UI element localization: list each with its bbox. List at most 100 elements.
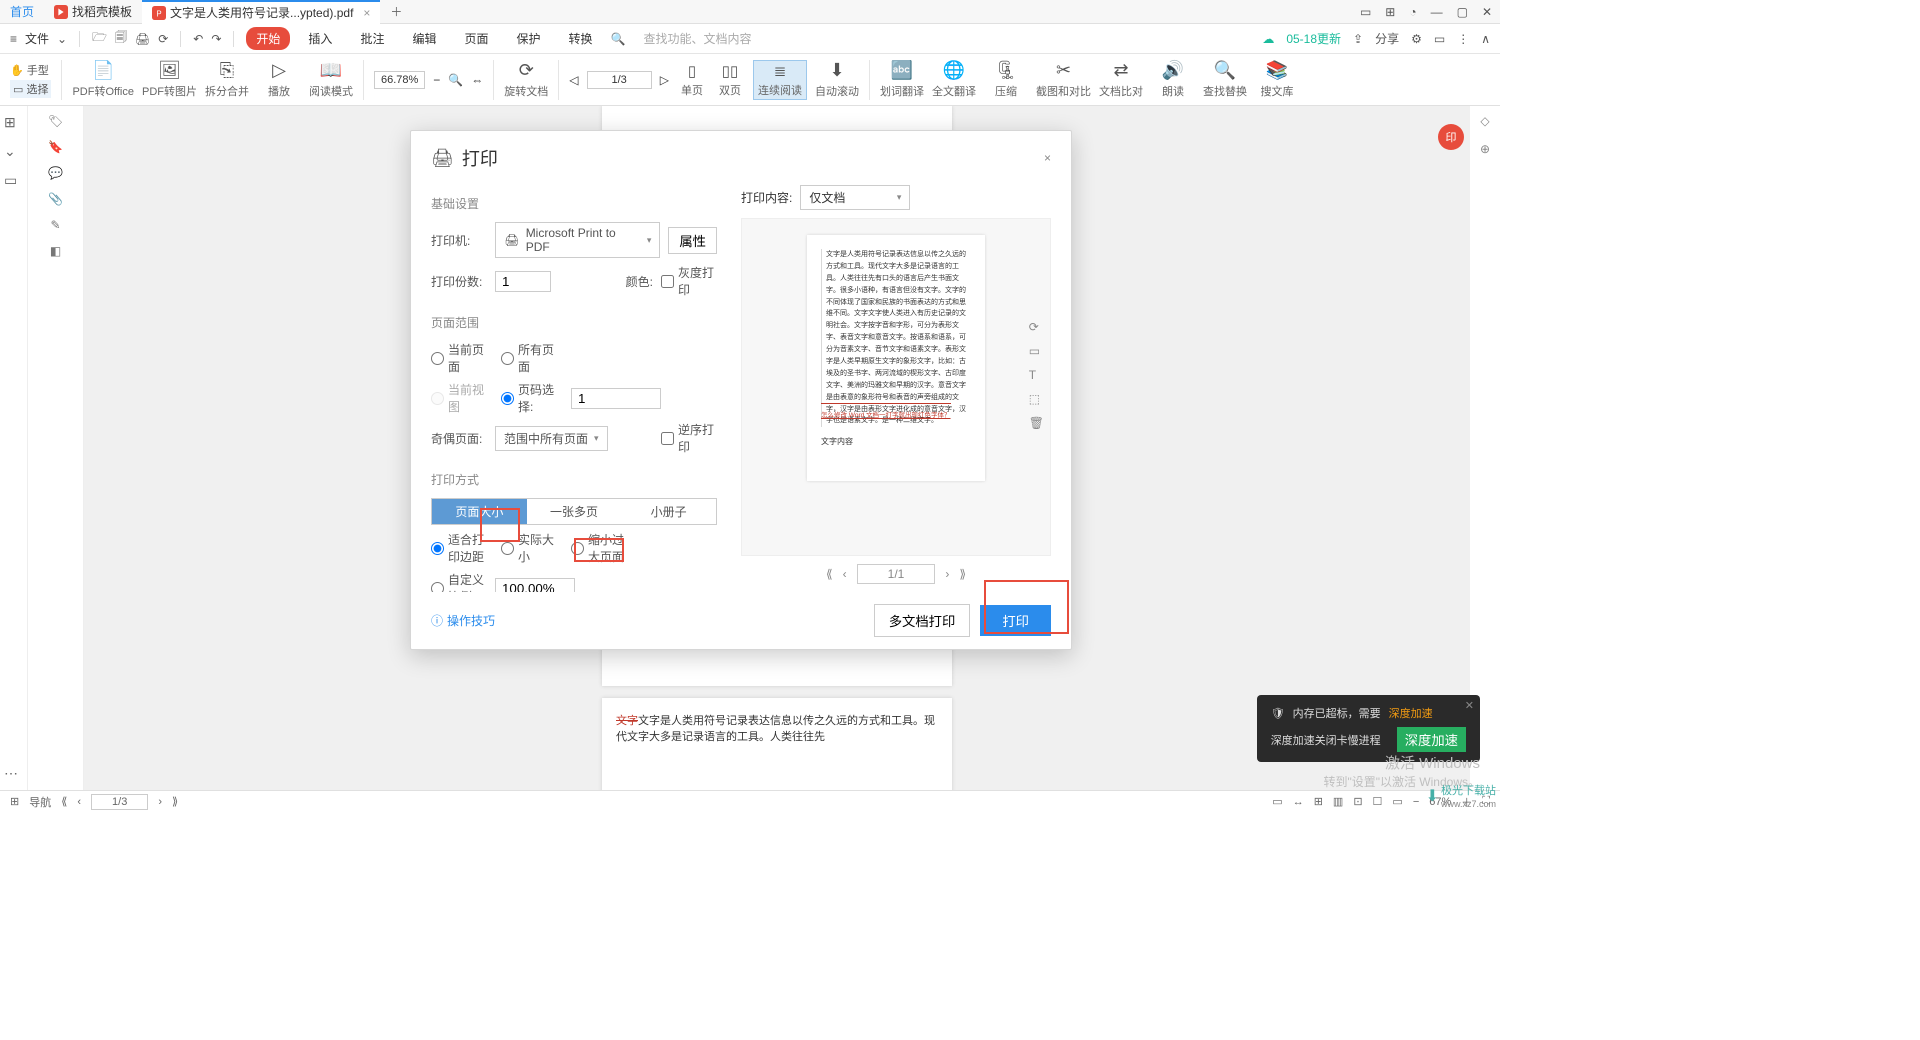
reverse-checkbox[interactable]: 逆序打印 bbox=[661, 421, 717, 455]
status-page[interactable]: 1/3 bbox=[91, 794, 148, 810]
radio-page-codes[interactable]: 页码选择: bbox=[501, 381, 557, 415]
save-icon[interactable]: 🗐 bbox=[115, 28, 127, 49]
printer-props-button[interactable]: 属性 bbox=[668, 227, 717, 254]
word-translate[interactable]: 🔤划词翻译 bbox=[880, 60, 924, 99]
full-translate[interactable]: 🌐全文翻译 bbox=[932, 60, 976, 99]
doc-compare[interactable]: ⇄文档比对 bbox=[1099, 60, 1143, 99]
edit-icon[interactable]: ✎ bbox=[50, 218, 60, 232]
odd-even-select[interactable]: 范围中所有页面▾ bbox=[495, 426, 608, 451]
status-view-3-icon[interactable]: ⊞ bbox=[1314, 795, 1323, 808]
toast-close-icon[interactable]: ✕ bbox=[1465, 699, 1474, 712]
status-prev-icon[interactable]: ‹ bbox=[77, 796, 81, 808]
select-tool[interactable]: ▭ 选择 bbox=[10, 80, 51, 98]
win-close-icon[interactable]: ✕ bbox=[1482, 5, 1492, 19]
redo-icon[interactable]: ↷ bbox=[211, 32, 221, 46]
single-page[interactable]: ▯单页 bbox=[677, 62, 707, 98]
printer-select[interactable]: 🖨Microsoft Print to PDF▾ bbox=[495, 222, 660, 258]
radio-actual[interactable]: 实际大小 bbox=[501, 531, 557, 565]
win-avatar-icon[interactable]: ◔ bbox=[1409, 5, 1416, 19]
auto-scroll[interactable]: ⬇自动滚动 bbox=[815, 60, 859, 99]
tab-document[interactable]: P 文字是人类用符号记录...ypted).pdf × bbox=[142, 0, 380, 24]
collapse-ribbon-icon[interactable]: ∧ bbox=[1481, 32, 1490, 46]
multi-doc-print-button[interactable]: 多文档打印 bbox=[874, 604, 971, 637]
mode-tab-booklet[interactable]: 小册子 bbox=[621, 499, 716, 524]
share-label[interactable]: 分享 bbox=[1375, 30, 1399, 47]
prev-page-icon[interactable]: ◁ bbox=[569, 73, 578, 87]
print-content-select[interactable]: 仅文档▾ bbox=[800, 185, 910, 210]
read-mode[interactable]: 📖阅读模式 bbox=[309, 60, 353, 99]
split-merge[interactable]: ⎘拆分合并 bbox=[205, 60, 249, 99]
mode-tab-multi[interactable]: 一张多页 bbox=[527, 499, 622, 524]
rstrip-icon-2[interactable]: ⊕ bbox=[1480, 142, 1490, 156]
tips-link[interactable]: ⓘ操作技巧 bbox=[431, 612, 495, 629]
screenshot-compare[interactable]: ✂截图和对比 bbox=[1036, 60, 1091, 99]
status-view-4-icon[interactable]: ▥ bbox=[1333, 795, 1343, 808]
settings-icon[interactable]: ⚙ bbox=[1411, 32, 1422, 46]
refresh-icon[interactable]: ⟳ bbox=[158, 32, 168, 46]
radio-shrink[interactable]: 缩小过大页面 bbox=[571, 531, 627, 565]
custom-scale-input[interactable] bbox=[495, 578, 575, 593]
ribbon-insert[interactable]: 插入 bbox=[298, 27, 342, 50]
radio-current-page[interactable]: 当前页面 bbox=[431, 341, 487, 375]
search-icon[interactable]: 🔍 bbox=[611, 32, 626, 46]
outline-icon[interactable]: 🔖 bbox=[48, 140, 63, 154]
add-tab-button[interactable]: ＋ bbox=[380, 3, 412, 20]
grayscale-checkbox[interactable]: 灰度打印 bbox=[661, 264, 717, 298]
page-indicator[interactable]: 1/3 bbox=[587, 71, 652, 89]
window-icon[interactable]: ▭ bbox=[1434, 32, 1445, 46]
panel-icon-3[interactable]: ▭ bbox=[4, 172, 23, 189]
status-view-7-icon[interactable]: ▭ bbox=[1392, 795, 1402, 808]
layers-icon[interactable]: ◧ bbox=[50, 244, 61, 258]
win-layout-icon[interactable]: ▭ bbox=[1360, 5, 1371, 19]
search-placeholder[interactable]: 查找功能、文档内容 bbox=[643, 30, 751, 47]
stamp-fab[interactable]: 印 bbox=[1438, 124, 1464, 150]
page-code-input[interactable] bbox=[571, 388, 661, 409]
pdf-to-office[interactable]: 📄PDF转Office bbox=[72, 60, 134, 99]
open-icon[interactable]: 🗁 bbox=[92, 28, 107, 49]
copies-input[interactable] bbox=[495, 271, 551, 292]
win-maximize-icon[interactable]: ▢ bbox=[1457, 5, 1468, 19]
ribbon-protect[interactable]: 保护 bbox=[506, 27, 550, 50]
status-view-1-icon[interactable]: ▭ bbox=[1272, 795, 1282, 808]
dialog-close-icon[interactable]: × bbox=[1044, 151, 1051, 165]
find-replace[interactable]: 🔍查找替换 bbox=[1203, 60, 1247, 99]
mode-tab-size[interactable]: 页面大小 bbox=[432, 499, 527, 524]
zoom-value[interactable]: 66.78% bbox=[374, 71, 425, 89]
hand-tool[interactable]: ✋ 手型 bbox=[10, 62, 51, 78]
panel-icon-1[interactable]: ⊞ bbox=[4, 114, 23, 131]
undo-icon[interactable]: ↶ bbox=[193, 32, 203, 46]
panel-more-icon[interactable]: ⋯ bbox=[4, 765, 23, 782]
compress[interactable]: 🗜压缩 bbox=[984, 60, 1028, 99]
prev-tool-trash-icon[interactable]: 🗑 bbox=[1029, 416, 1044, 430]
win-apps-icon[interactable]: ⊞ bbox=[1385, 5, 1395, 19]
status-last-icon[interactable]: ⟫ bbox=[172, 795, 178, 808]
radio-fit[interactable]: 适合打印边距 bbox=[431, 531, 487, 565]
radio-all-pages[interactable]: 所有页面 bbox=[501, 341, 557, 375]
tab-home[interactable]: 首页 bbox=[0, 0, 44, 24]
status-zoom-out-icon[interactable]: − bbox=[1413, 796, 1419, 808]
double-page[interactable]: ▯▯双页 bbox=[715, 62, 745, 98]
ribbon-start[interactable]: 开始 bbox=[246, 27, 290, 50]
file-dropdown-icon[interactable]: ⌄ bbox=[57, 32, 67, 46]
nav-last-icon[interactable]: ⟫ bbox=[959, 567, 966, 581]
toast-accel-button[interactable]: 深度加速 bbox=[1397, 727, 1466, 752]
cloud-update-icon[interactable]: ☁ bbox=[1262, 32, 1274, 46]
ribbon-edit[interactable]: 编辑 bbox=[402, 27, 446, 50]
prev-tool-rotate-icon[interactable]: ⟳ bbox=[1029, 320, 1044, 334]
ribbon-page[interactable]: 页面 bbox=[454, 27, 498, 50]
play-button[interactable]: ▷播放 bbox=[257, 60, 301, 99]
nav-next-icon[interactable]: › bbox=[945, 567, 949, 581]
rotate-doc[interactable]: ⟳旋转文档 bbox=[504, 60, 548, 99]
print-button[interactable]: 打印 bbox=[980, 605, 1051, 636]
tab-close-icon[interactable]: × bbox=[363, 6, 370, 20]
update-text[interactable]: 05-18更新 bbox=[1286, 30, 1341, 47]
nav-prev-icon[interactable]: ‹ bbox=[843, 567, 847, 581]
status-view-5-icon[interactable]: ⊡ bbox=[1353, 795, 1362, 808]
rstrip-icon-1[interactable]: ◇ bbox=[1480, 114, 1489, 128]
prev-tool-text-icon[interactable]: T bbox=[1029, 368, 1044, 382]
ribbon-convert[interactable]: 转换 bbox=[559, 27, 603, 50]
print-icon[interactable]: 🖨 bbox=[135, 32, 150, 46]
nav-first-icon[interactable]: ⟪ bbox=[826, 567, 833, 581]
tab-templates[interactable]: 找稻壳模板 bbox=[44, 0, 142, 24]
status-first-icon[interactable]: ⟪ bbox=[61, 795, 67, 808]
